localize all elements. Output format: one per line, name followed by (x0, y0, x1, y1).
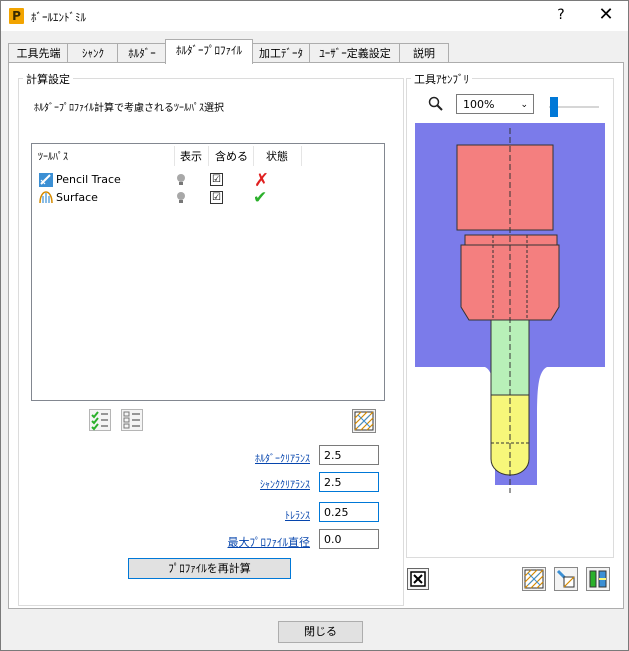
tolerance-label[interactable]: ﾄﾚﾗﾝｽ (285, 507, 310, 522)
column-header-status[interactable]: 状態 (266, 148, 288, 164)
toolpath-list[interactable]: ﾂｰﾙﾊﾟｽ 表示 含める 状態 Pencil Trace ☑ ✗ Surfac… (31, 143, 385, 401)
column-divider (174, 146, 175, 166)
column-header-include[interactable]: 含める (215, 148, 248, 164)
zoom-icon (428, 96, 443, 111)
check-all-button[interactable] (89, 409, 111, 431)
max-profile-diameter-label[interactable]: 最大ﾌﾟﾛﾌｧｲﾙ直径 (228, 534, 311, 550)
list-item[interactable]: Surface ☑ ✔ (36, 188, 381, 208)
title-bar: P ﾎﾞｰﾙｴﾝﾄﾞﾐﾙ ? ✕ (1, 1, 628, 31)
fit-view-button[interactable] (407, 568, 429, 590)
zoom-value: 100% (463, 98, 495, 111)
tab-user-settings[interactable]: ﾕｰｻﾞｰ定義設定 (309, 43, 401, 63)
recalculate-profile-button[interactable]: ﾌﾟﾛﾌｧｲﾙを再計算 (128, 558, 291, 579)
list-item[interactable]: Pencil Trace ☑ ✗ (36, 170, 381, 191)
surface-toolpath-icon (39, 191, 53, 204)
pencil-trace-toolpath-icon (39, 173, 53, 187)
help-button[interactable]: ? (547, 7, 575, 23)
uncheck-all-button[interactable] (121, 409, 143, 431)
tab-tool-tip[interactable]: 工具先端 (8, 43, 69, 63)
column-divider (253, 146, 254, 166)
lightbulb-icon[interactable] (176, 173, 186, 187)
zoom-select[interactable]: 100% ⌄ (456, 94, 534, 114)
dialog-window: P ﾎﾞｰﾙｴﾝﾄﾞﾐﾙ ? ✕ 工具先端 ｼｬﾝｸ ﾎﾙﾀﾞｰ ﾎﾙﾀﾞｰﾌﾟ… (0, 0, 629, 651)
tool-assembly-preview (415, 123, 605, 545)
lightbulb-icon[interactable] (176, 191, 186, 205)
close-button[interactable]: 閉じる (278, 621, 363, 643)
hatch-settings-button[interactable] (352, 409, 376, 433)
column-divider (208, 146, 209, 166)
tool-assembly-export-button[interactable] (586, 567, 610, 591)
tab-cutting-data[interactable]: 加工ﾃﾞｰﾀ (251, 43, 311, 63)
tool-measure-button[interactable] (554, 567, 578, 591)
hatch-view-button[interactable] (522, 567, 546, 591)
shank-clearance-label[interactable]: ｼｬﾝｸｸﾘｱﾗﾝｽ (260, 476, 310, 491)
app-icon: P (9, 8, 24, 24)
max-profile-diameter-input[interactable]: 0.0 (319, 529, 379, 549)
status-ok-icon: ✔ (253, 188, 268, 208)
tab-holder[interactable]: ﾎﾙﾀﾞｰ (117, 43, 167, 63)
tool-assembly-title: 工具ｱｾﾝﾌﾞﾘ (411, 71, 472, 87)
include-checkbox[interactable]: ☑ (210, 191, 223, 204)
column-divider (301, 146, 302, 166)
tab-holder-profile[interactable]: ﾎﾙﾀﾞｰﾌﾟﾛﾌｧｲﾙ (165, 39, 253, 64)
toolpath-name: Surface (56, 191, 98, 204)
window-title: ﾎﾞｰﾙｴﾝﾄﾞﾐﾙ (31, 11, 86, 24)
tolerance-input[interactable]: 0.25 (319, 502, 379, 522)
chevron-down-icon: ⌄ (520, 100, 528, 110)
column-header-show[interactable]: 表示 (180, 148, 202, 164)
holder-clearance-input[interactable]: 2.5 (319, 445, 379, 465)
shank-clearance-input[interactable]: 2.5 (319, 472, 379, 492)
zoom-slider-thumb[interactable] (550, 97, 558, 117)
holder-clearance-label[interactable]: ﾎﾙﾀﾞｰｸﾘｱﾗﾝｽ (255, 450, 310, 465)
calc-settings-title: 計算設定 (23, 71, 73, 87)
column-header-toolpath[interactable]: ﾂｰﾙﾊﾟｽ (38, 148, 68, 163)
close-window-button[interactable]: ✕ (591, 4, 621, 25)
include-checkbox[interactable]: ☑ (210, 173, 223, 186)
tab-description[interactable]: 説明 (399, 43, 449, 63)
toolpath-name: Pencil Trace (56, 173, 121, 186)
toolpath-selection-description: ﾎﾙﾀﾞｰﾌﾟﾛﾌｧｲﾙ計算で考慮されるﾂｰﾙﾊﾟｽ選択 (34, 103, 224, 114)
tab-shank[interactable]: ｼｬﾝｸ (67, 43, 119, 63)
